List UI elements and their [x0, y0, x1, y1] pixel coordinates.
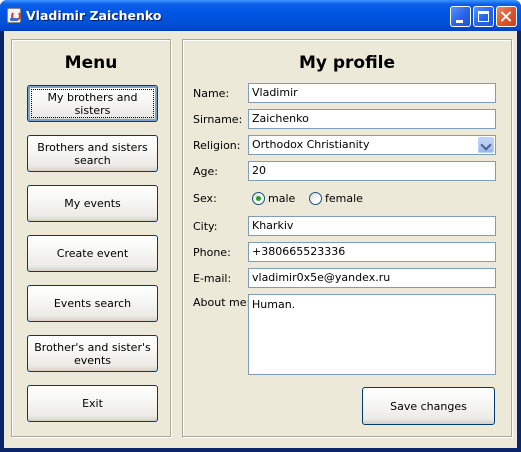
sex-female-radio[interactable]	[309, 192, 322, 205]
name-label: Name:	[193, 87, 230, 100]
brothers-and-sisters-search-label: Brothers and sisters search	[37, 140, 148, 167]
sex-male-label[interactable]: male	[268, 192, 295, 205]
minimize-button[interactable]	[450, 6, 471, 27]
save-changes-label: Save changes	[390, 399, 467, 413]
email-field[interactable]: vladimir0x5e@yandex.ru	[248, 268, 496, 288]
close-icon	[497, 7, 516, 26]
brothers-and-sisters-search-button[interactable]: Brothers and sisters search	[27, 135, 158, 172]
chevron-down-icon[interactable]	[478, 137, 494, 153]
java-cup-icon	[7, 8, 21, 23]
my-brothers-and-sisters-label: My brothers and sisters	[47, 90, 138, 117]
create-event-label: Create event	[56, 247, 129, 260]
email-label: E-mail:	[193, 272, 232, 285]
title-bar[interactable]: Vladimir Zaichenko	[0, 0, 521, 31]
events-search-button[interactable]: Events search	[27, 285, 158, 322]
religion-select[interactable]: Orthodox Christianity	[248, 135, 496, 155]
maximize-button[interactable]	[473, 6, 494, 27]
phone-field[interactable]: +380665523336	[248, 242, 496, 262]
surname-field[interactable]: Zaichenko	[248, 109, 496, 129]
phone-label: Phone:	[193, 246, 231, 259]
religion-label: Religion:	[193, 139, 241, 152]
sex-female-label[interactable]: female	[325, 192, 363, 205]
exit-label: Exit	[82, 397, 103, 410]
city-field[interactable]: Kharkiv	[248, 216, 496, 236]
about-label: About me:	[193, 296, 251, 309]
minimize-icon	[456, 20, 463, 23]
sex-male-radio[interactable]	[252, 192, 265, 205]
about-textarea[interactable]: Human.	[248, 294, 496, 375]
my-events-label: My events	[64, 197, 121, 210]
create-event-button[interactable]: Create event	[27, 235, 158, 272]
name-field[interactable]: Vladimir	[248, 83, 496, 103]
age-label: Age:	[193, 165, 218, 178]
brothers-and-sisters-events-button[interactable]: Brother's and sister's events	[27, 335, 158, 372]
sex-label: Sex:	[193, 192, 217, 205]
menu-title: Menu	[64, 53, 118, 73]
profile-title: My profile	[298, 53, 396, 73]
age-field[interactable]: 20	[248, 161, 496, 181]
surname-label: Sirname:	[193, 113, 243, 126]
my-brothers-and-sisters-button[interactable]: My brothers and sisters	[27, 85, 158, 122]
exit-button[interactable]: Exit	[27, 385, 158, 422]
maximize-icon	[478, 11, 489, 22]
save-changes-button[interactable]: Save changes	[362, 387, 495, 425]
my-events-button[interactable]: My events	[27, 185, 158, 222]
window-title: Vladimir Zaichenko	[26, 8, 162, 23]
events-search-label: Events search	[53, 297, 132, 310]
religion-value: Orthodox Christianity	[252, 138, 370, 151]
city-label: City:	[193, 220, 218, 233]
brothers-and-sisters-events-label: Brother's and sister's events	[34, 340, 151, 367]
close-button[interactable]	[496, 6, 517, 27]
